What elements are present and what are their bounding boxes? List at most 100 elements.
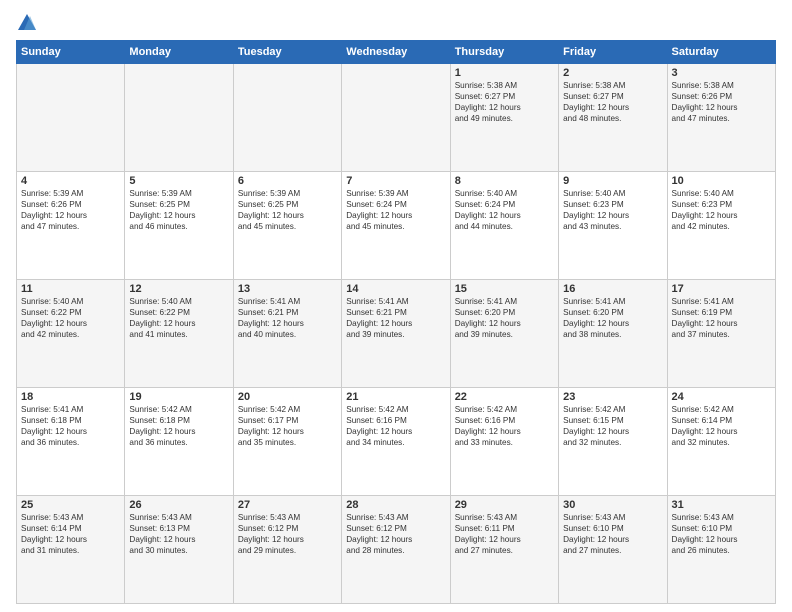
day-number: 2 xyxy=(563,67,662,79)
day-info: Sunrise: 5:43 AM Sunset: 6:10 PM Dayligh… xyxy=(563,512,662,556)
week-row-4: 18Sunrise: 5:41 AM Sunset: 6:18 PM Dayli… xyxy=(17,388,776,496)
day-info: Sunrise: 5:39 AM Sunset: 6:26 PM Dayligh… xyxy=(21,188,120,232)
logo-icon xyxy=(16,12,38,34)
day-info: Sunrise: 5:43 AM Sunset: 6:13 PM Dayligh… xyxy=(129,512,228,556)
day-number: 8 xyxy=(455,175,554,187)
calendar-cell: 24Sunrise: 5:42 AM Sunset: 6:14 PM Dayli… xyxy=(667,388,775,496)
calendar-cell: 11Sunrise: 5:40 AM Sunset: 6:22 PM Dayli… xyxy=(17,280,125,388)
calendar-cell: 22Sunrise: 5:42 AM Sunset: 6:16 PM Dayli… xyxy=(450,388,558,496)
calendar-cell: 31Sunrise: 5:43 AM Sunset: 6:10 PM Dayli… xyxy=(667,496,775,604)
week-row-2: 4Sunrise: 5:39 AM Sunset: 6:26 PM Daylig… xyxy=(17,172,776,280)
calendar-cell: 23Sunrise: 5:42 AM Sunset: 6:15 PM Dayli… xyxy=(559,388,667,496)
calendar-cell: 14Sunrise: 5:41 AM Sunset: 6:21 PM Dayli… xyxy=(342,280,450,388)
day-number: 22 xyxy=(455,391,554,403)
calendar-cell: 4Sunrise: 5:39 AM Sunset: 6:26 PM Daylig… xyxy=(17,172,125,280)
day-info: Sunrise: 5:40 AM Sunset: 6:22 PM Dayligh… xyxy=(129,296,228,340)
day-number: 21 xyxy=(346,391,445,403)
day-info: Sunrise: 5:42 AM Sunset: 6:18 PM Dayligh… xyxy=(129,404,228,448)
calendar-cell: 12Sunrise: 5:40 AM Sunset: 6:22 PM Dayli… xyxy=(125,280,233,388)
day-info: Sunrise: 5:41 AM Sunset: 6:18 PM Dayligh… xyxy=(21,404,120,448)
day-info: Sunrise: 5:40 AM Sunset: 6:22 PM Dayligh… xyxy=(21,296,120,340)
day-info: Sunrise: 5:41 AM Sunset: 6:21 PM Dayligh… xyxy=(346,296,445,340)
day-number: 18 xyxy=(21,391,120,403)
calendar-cell: 7Sunrise: 5:39 AM Sunset: 6:24 PM Daylig… xyxy=(342,172,450,280)
day-number: 4 xyxy=(21,175,120,187)
col-header-wednesday: Wednesday xyxy=(342,41,450,64)
day-number: 5 xyxy=(129,175,228,187)
day-number: 16 xyxy=(563,283,662,295)
day-number: 1 xyxy=(455,67,554,79)
calendar-cell: 10Sunrise: 5:40 AM Sunset: 6:23 PM Dayli… xyxy=(667,172,775,280)
day-number: 7 xyxy=(346,175,445,187)
day-number: 6 xyxy=(238,175,337,187)
day-number: 10 xyxy=(672,175,771,187)
calendar-cell: 15Sunrise: 5:41 AM Sunset: 6:20 PM Dayli… xyxy=(450,280,558,388)
col-header-tuesday: Tuesday xyxy=(233,41,341,64)
calendar-cell xyxy=(233,64,341,172)
col-header-friday: Friday xyxy=(559,41,667,64)
day-info: Sunrise: 5:40 AM Sunset: 6:24 PM Dayligh… xyxy=(455,188,554,232)
day-number: 9 xyxy=(563,175,662,187)
calendar-cell xyxy=(125,64,233,172)
day-info: Sunrise: 5:39 AM Sunset: 6:25 PM Dayligh… xyxy=(238,188,337,232)
day-number: 23 xyxy=(563,391,662,403)
calendar-cell: 20Sunrise: 5:42 AM Sunset: 6:17 PM Dayli… xyxy=(233,388,341,496)
calendar-cell: 1Sunrise: 5:38 AM Sunset: 6:27 PM Daylig… xyxy=(450,64,558,172)
day-info: Sunrise: 5:38 AM Sunset: 6:26 PM Dayligh… xyxy=(672,80,771,124)
calendar-cell: 8Sunrise: 5:40 AM Sunset: 6:24 PM Daylig… xyxy=(450,172,558,280)
day-number: 17 xyxy=(672,283,771,295)
day-info: Sunrise: 5:41 AM Sunset: 6:20 PM Dayligh… xyxy=(455,296,554,340)
day-info: Sunrise: 5:39 AM Sunset: 6:25 PM Dayligh… xyxy=(129,188,228,232)
day-info: Sunrise: 5:41 AM Sunset: 6:21 PM Dayligh… xyxy=(238,296,337,340)
calendar-cell: 30Sunrise: 5:43 AM Sunset: 6:10 PM Dayli… xyxy=(559,496,667,604)
day-number: 29 xyxy=(455,499,554,511)
calendar-cell: 2Sunrise: 5:38 AM Sunset: 6:27 PM Daylig… xyxy=(559,64,667,172)
day-info: Sunrise: 5:42 AM Sunset: 6:16 PM Dayligh… xyxy=(346,404,445,448)
week-row-1: 1Sunrise: 5:38 AM Sunset: 6:27 PM Daylig… xyxy=(17,64,776,172)
day-info: Sunrise: 5:43 AM Sunset: 6:11 PM Dayligh… xyxy=(455,512,554,556)
calendar-table: SundayMondayTuesdayWednesdayThursdayFrid… xyxy=(16,40,776,604)
calendar-cell: 21Sunrise: 5:42 AM Sunset: 6:16 PM Dayli… xyxy=(342,388,450,496)
day-info: Sunrise: 5:38 AM Sunset: 6:27 PM Dayligh… xyxy=(563,80,662,124)
calendar-cell xyxy=(17,64,125,172)
calendar-cell: 5Sunrise: 5:39 AM Sunset: 6:25 PM Daylig… xyxy=(125,172,233,280)
calendar-cell: 28Sunrise: 5:43 AM Sunset: 6:12 PM Dayli… xyxy=(342,496,450,604)
calendar-cell: 29Sunrise: 5:43 AM Sunset: 6:11 PM Dayli… xyxy=(450,496,558,604)
day-info: Sunrise: 5:43 AM Sunset: 6:12 PM Dayligh… xyxy=(238,512,337,556)
day-info: Sunrise: 5:42 AM Sunset: 6:16 PM Dayligh… xyxy=(455,404,554,448)
day-number: 19 xyxy=(129,391,228,403)
day-info: Sunrise: 5:41 AM Sunset: 6:19 PM Dayligh… xyxy=(672,296,771,340)
day-info: Sunrise: 5:43 AM Sunset: 6:12 PM Dayligh… xyxy=(346,512,445,556)
col-header-thursday: Thursday xyxy=(450,41,558,64)
day-info: Sunrise: 5:42 AM Sunset: 6:17 PM Dayligh… xyxy=(238,404,337,448)
day-number: 24 xyxy=(672,391,771,403)
day-number: 14 xyxy=(346,283,445,295)
day-number: 25 xyxy=(21,499,120,511)
calendar-cell: 25Sunrise: 5:43 AM Sunset: 6:14 PM Dayli… xyxy=(17,496,125,604)
day-number: 28 xyxy=(346,499,445,511)
page: SundayMondayTuesdayWednesdayThursdayFrid… xyxy=(0,0,792,612)
calendar-cell: 18Sunrise: 5:41 AM Sunset: 6:18 PM Dayli… xyxy=(17,388,125,496)
day-info: Sunrise: 5:42 AM Sunset: 6:15 PM Dayligh… xyxy=(563,404,662,448)
calendar-cell: 26Sunrise: 5:43 AM Sunset: 6:13 PM Dayli… xyxy=(125,496,233,604)
day-info: Sunrise: 5:40 AM Sunset: 6:23 PM Dayligh… xyxy=(563,188,662,232)
calendar-cell: 19Sunrise: 5:42 AM Sunset: 6:18 PM Dayli… xyxy=(125,388,233,496)
day-info: Sunrise: 5:43 AM Sunset: 6:14 PM Dayligh… xyxy=(21,512,120,556)
header-row: SundayMondayTuesdayWednesdayThursdayFrid… xyxy=(17,41,776,64)
calendar-cell xyxy=(342,64,450,172)
header xyxy=(16,12,776,34)
week-row-5: 25Sunrise: 5:43 AM Sunset: 6:14 PM Dayli… xyxy=(17,496,776,604)
calendar-cell: 6Sunrise: 5:39 AM Sunset: 6:25 PM Daylig… xyxy=(233,172,341,280)
day-number: 13 xyxy=(238,283,337,295)
day-info: Sunrise: 5:40 AM Sunset: 6:23 PM Dayligh… xyxy=(672,188,771,232)
day-info: Sunrise: 5:42 AM Sunset: 6:14 PM Dayligh… xyxy=(672,404,771,448)
day-number: 26 xyxy=(129,499,228,511)
day-number: 12 xyxy=(129,283,228,295)
day-info: Sunrise: 5:38 AM Sunset: 6:27 PM Dayligh… xyxy=(455,80,554,124)
col-header-saturday: Saturday xyxy=(667,41,775,64)
calendar-cell: 16Sunrise: 5:41 AM Sunset: 6:20 PM Dayli… xyxy=(559,280,667,388)
day-number: 20 xyxy=(238,391,337,403)
col-header-sunday: Sunday xyxy=(17,41,125,64)
day-info: Sunrise: 5:41 AM Sunset: 6:20 PM Dayligh… xyxy=(563,296,662,340)
day-number: 27 xyxy=(238,499,337,511)
